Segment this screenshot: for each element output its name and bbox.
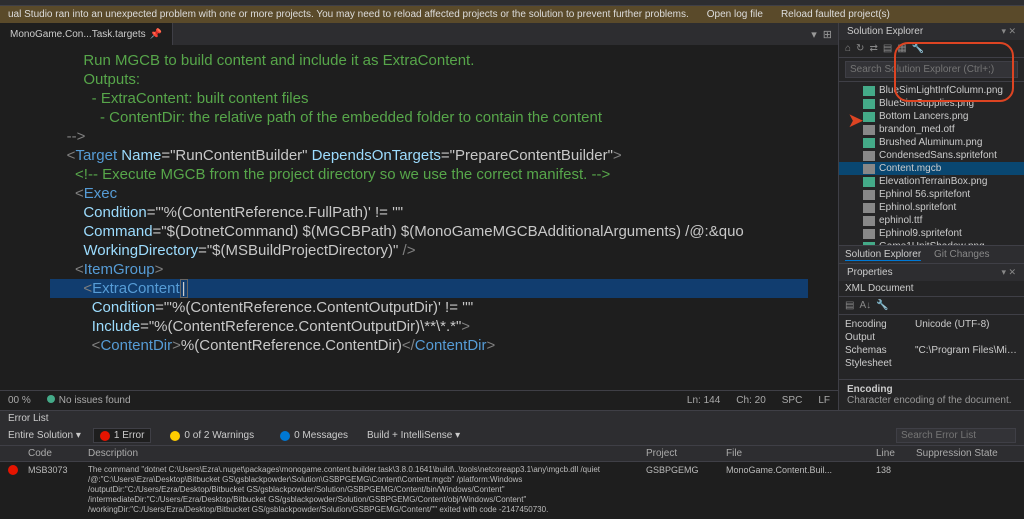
open-log-link[interactable]: Open log file xyxy=(707,9,763,20)
file-icon xyxy=(863,203,875,213)
properties-grid[interactable]: EncodingUnicode (UTF-8)OutputSchemas"C:\… xyxy=(839,315,1024,373)
home-icon[interactable]: ⌂ xyxy=(845,43,851,54)
pin-icon[interactable]: 📌 xyxy=(150,29,162,40)
file-icon xyxy=(863,177,875,187)
tree-item[interactable]: CondensedSans.spritefont xyxy=(839,149,1024,162)
dropdown-icon[interactable]: ▾ xyxy=(811,28,817,41)
error-list-panel: Error List Entire Solution ▾ 1 Error 0 o… xyxy=(0,410,1024,516)
tree-item[interactable]: Game1UnitShadow.png xyxy=(839,240,1024,245)
tree-item[interactable]: Bottom Lancers.png xyxy=(839,110,1024,123)
property-description: Encoding Character encoding of the docum… xyxy=(839,379,1024,410)
build-dropdown[interactable]: Build + IntelliSense ▾ xyxy=(367,430,460,441)
categorize-icon[interactable]: ▤ xyxy=(845,300,854,311)
error-icon xyxy=(8,465,18,475)
file-icon xyxy=(863,138,875,148)
properties-header: Properties ▾ ✕ xyxy=(839,264,1024,281)
tab-targets-file[interactable]: MonoGame.Con...Task.targets 📌 xyxy=(0,23,173,45)
solution-explorer-header: Solution Explorer ▾ ✕ xyxy=(839,23,1024,40)
explorer-search-input[interactable] xyxy=(845,61,1018,78)
tab-git-changes[interactable]: Git Changes xyxy=(934,249,990,260)
save-icon[interactable]: ▤ xyxy=(883,43,892,54)
refresh-icon[interactable]: ↻ xyxy=(856,43,864,54)
error-search-input[interactable] xyxy=(896,428,1016,443)
show-all-icon[interactable]: ▦ xyxy=(897,43,906,54)
reload-projects-link[interactable]: Reload faulted project(s) xyxy=(781,9,890,20)
editor-status-bar: 00 % No issues found Ln: 144 Ch: 20 SPC … xyxy=(0,390,838,410)
warnings-filter[interactable]: 0 of 2 Warnings xyxy=(163,428,261,443)
pin-icon[interactable]: ▾ ✕ xyxy=(1001,267,1016,278)
explorer-toolbar: ⌂ ↻ ⇄ ▤ ▦ 🔧 xyxy=(839,40,1024,58)
tree-item[interactable]: BlueSimSupplies.png xyxy=(839,97,1024,110)
file-icon xyxy=(863,164,875,174)
property-row[interactable]: Schemas"C:\Program Files\Microsoft Visu xyxy=(845,344,1018,357)
solution-tree[interactable]: BlueSimLightInfColumn.pngBlueSimSupplies… xyxy=(839,82,1024,245)
property-row[interactable]: Output xyxy=(845,331,1018,344)
props-icon[interactable]: 🔧 xyxy=(876,300,888,311)
scope-dropdown[interactable]: Entire Solution ▾ xyxy=(8,430,81,441)
file-icon xyxy=(863,229,875,239)
file-icon xyxy=(863,151,875,161)
file-icon xyxy=(863,216,875,226)
code-editor[interactable]: Run MGCB to build content and include it… xyxy=(0,45,838,390)
tree-item[interactable]: Ephinol9.spritefont xyxy=(839,227,1024,240)
window-icon[interactable]: ⊞ xyxy=(823,28,832,41)
tab-solution-explorer[interactable]: Solution Explorer xyxy=(845,249,921,261)
messages-filter[interactable]: 0 Messages xyxy=(273,428,355,443)
tree-item[interactable]: Content.mgcb xyxy=(839,162,1024,175)
property-row[interactable]: EncodingUnicode (UTF-8) xyxy=(845,318,1018,331)
file-icon xyxy=(863,112,875,122)
property-row[interactable]: Stylesheet xyxy=(845,357,1018,370)
props-context: XML Document xyxy=(839,281,1024,297)
file-icon xyxy=(863,242,875,246)
file-icon xyxy=(863,190,875,200)
errors-filter[interactable]: 1 Error xyxy=(93,428,152,443)
pin-icon[interactable]: ▾ ✕ xyxy=(1001,26,1016,37)
file-icon xyxy=(863,99,875,109)
tree-item[interactable]: ephinol.ttf xyxy=(839,214,1024,227)
file-icon xyxy=(863,86,875,96)
file-icon xyxy=(863,125,875,135)
tree-item[interactable]: BlueSimLightInfColumn.png xyxy=(839,84,1024,97)
error-row[interactable]: MSB3073 The command "dotnet C:\Users\Ezr… xyxy=(0,462,1024,518)
editor-tabs: MonoGame.Con...Task.targets 📌 ▾ ⊞ xyxy=(0,23,838,45)
notification-bar: ual Studio ran into an unexpected proble… xyxy=(0,6,1024,23)
error-columns: Code Description Project File Line Suppr… xyxy=(0,445,1024,462)
sync-icon[interactable]: ⇄ xyxy=(869,43,877,54)
tree-item[interactable]: Ephinol 56.spritefont xyxy=(839,188,1024,201)
explorer-bottom-tabs: Solution Explorer Git Changes xyxy=(839,245,1024,263)
tree-item[interactable]: Brushed Aluminum.png xyxy=(839,136,1024,149)
tree-item[interactable]: ElevationTerrainBox.png xyxy=(839,175,1024,188)
alpha-icon[interactable]: A↓ xyxy=(859,300,871,311)
tree-item[interactable]: brandon_med.otf xyxy=(839,123,1024,136)
error-list-title: Error List xyxy=(0,411,1024,426)
tree-item[interactable]: Ephinol.spritefont xyxy=(839,201,1024,214)
notif-msg: ual Studio ran into an unexpected proble… xyxy=(8,9,689,20)
properties-icon[interactable]: 🔧 xyxy=(912,43,924,54)
